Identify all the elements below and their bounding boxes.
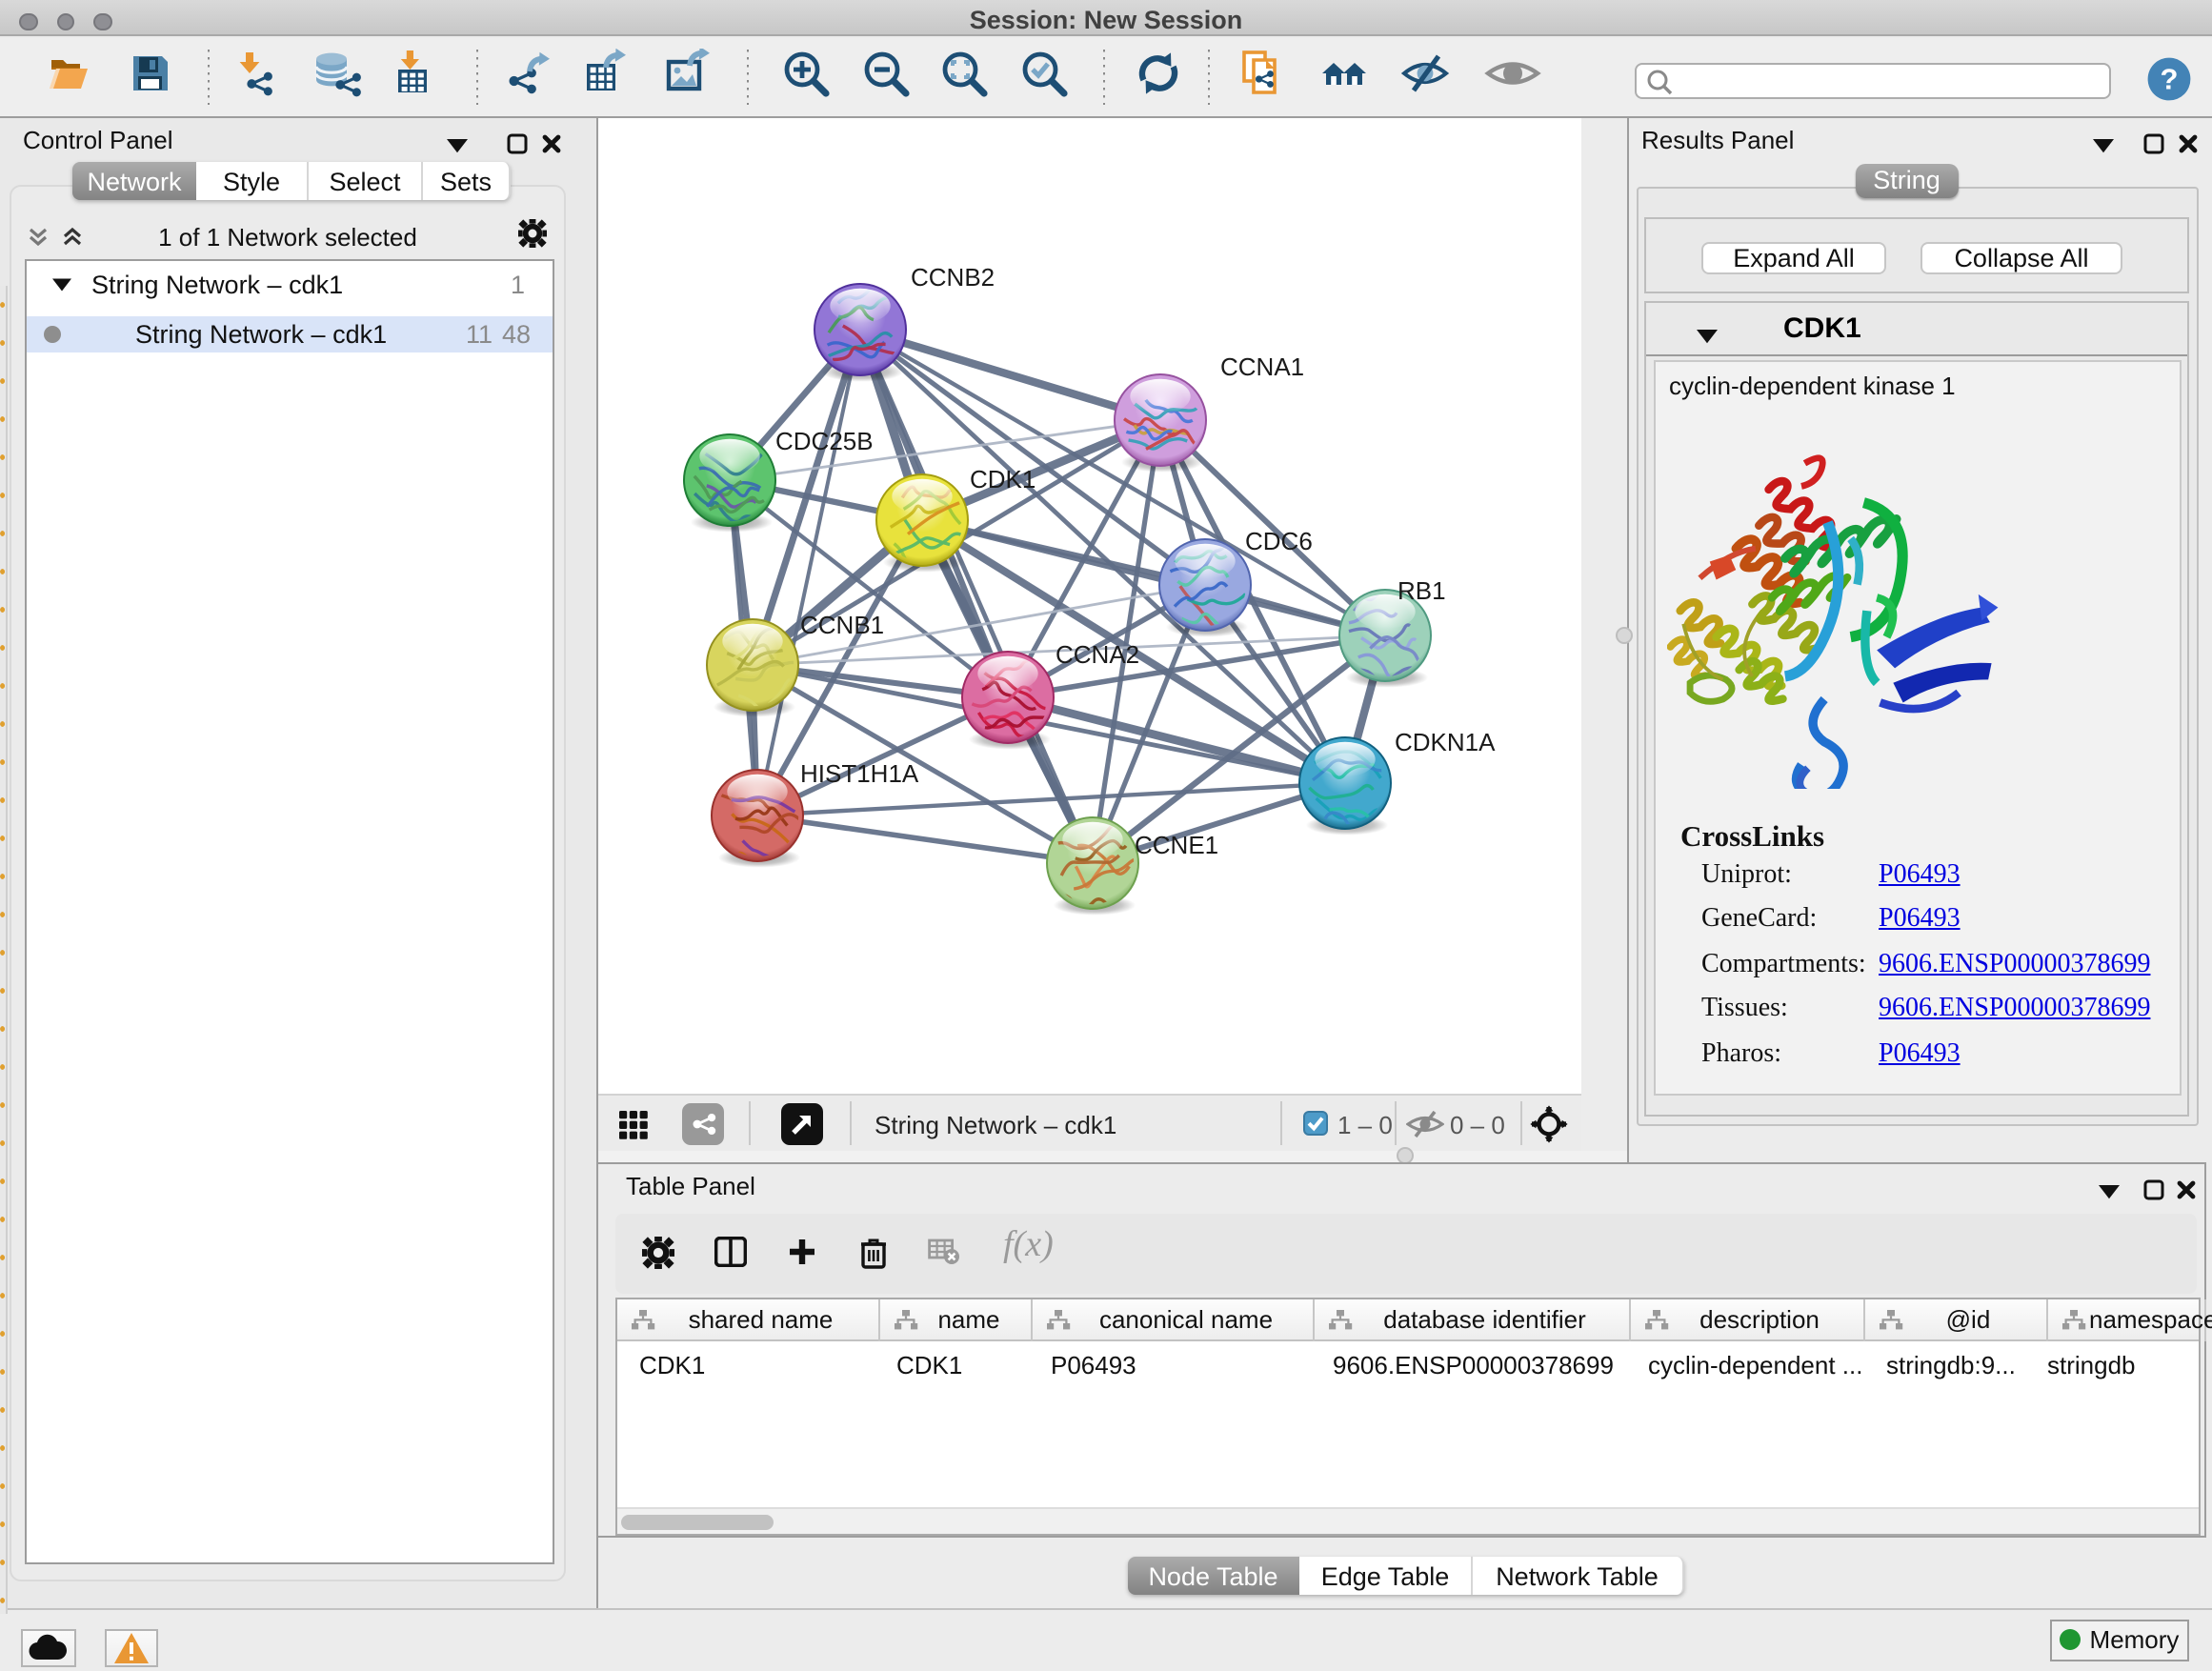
svg-text:CCNB1: CCNB1 xyxy=(800,611,884,639)
svg-text:CCNE1: CCNE1 xyxy=(1135,831,1218,859)
svg-text:CDC25B: CDC25B xyxy=(775,427,874,455)
svg-text:?: ? xyxy=(2161,62,2179,95)
svg-text:CCNA2: CCNA2 xyxy=(1056,640,1139,669)
svg-text:CCNB2: CCNB2 xyxy=(911,263,995,292)
svg-text:CCNA1: CCNA1 xyxy=(1220,352,1304,381)
svg-text:CDK1: CDK1 xyxy=(970,465,1036,493)
svg-text:HIST1H1A: HIST1H1A xyxy=(800,759,919,788)
svg-text:RB1: RB1 xyxy=(1398,576,1446,605)
svg-text:CDC6: CDC6 xyxy=(1245,527,1313,555)
svg-text:CDKN1A: CDKN1A xyxy=(1395,728,1496,756)
